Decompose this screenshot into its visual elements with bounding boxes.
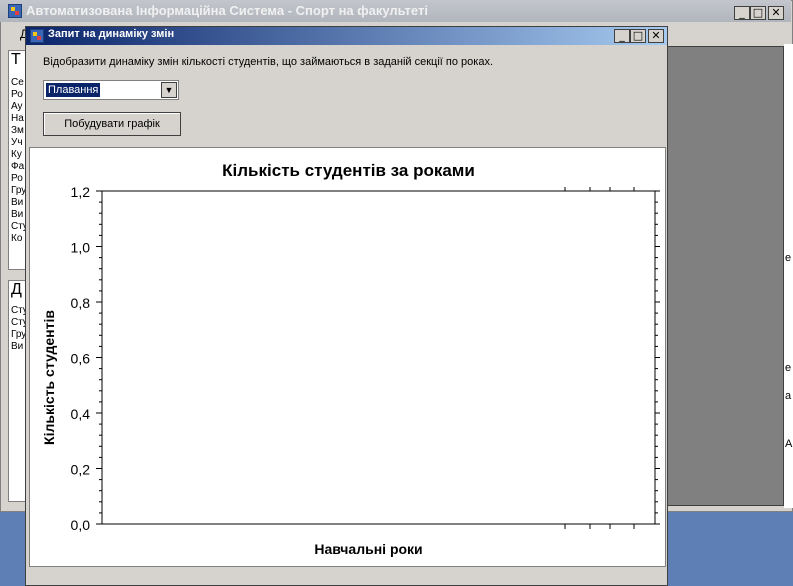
y-tick-label: 0,0	[71, 517, 91, 533]
close-icon[interactable]: ✕	[768, 6, 784, 20]
y-axis-label: Кількість студентів	[41, 310, 57, 445]
list-item[interactable]: Ви	[11, 341, 23, 352]
dialog-caption: Відобразити динаміку змін кількості студ…	[43, 56, 494, 68]
y-tick-label: 0,8	[71, 295, 91, 311]
y-tick-label: 1,0	[71, 240, 91, 256]
dialog-title: Запит на динаміку змін	[48, 28, 175, 40]
list-item[interactable]: Ау	[11, 101, 23, 112]
x-axis-label: Навчальні роки	[314, 541, 422, 557]
chevron-down-icon[interactable]: ▼	[161, 82, 177, 98]
main-window-title: Автоматизована Інформаційна Система - Сп…	[26, 3, 428, 18]
chart: Кількість студентів за роками 0,0 0,2 0,4 0,…	[41, 161, 660, 557]
dialog-close-icon[interactable]: ✕	[648, 29, 664, 43]
background-text-fragment: е	[785, 252, 792, 264]
list-item[interactable]: Ко	[11, 233, 22, 244]
list-item[interactable]: Зм	[11, 125, 24, 136]
app-icon	[8, 4, 22, 18]
build-chart-button[interactable]: Побудувати графік	[43, 112, 181, 136]
dialog-maximize-icon[interactable]: □	[630, 29, 646, 43]
y-tick-label: 1,2	[71, 184, 91, 200]
chart-title: Кількість студентів за роками	[222, 161, 475, 180]
list-item[interactable]: Ро	[11, 173, 23, 184]
background-text-fragment: а	[785, 390, 792, 402]
list-item[interactable]: Уч	[11, 137, 23, 148]
dialog-icon	[30, 29, 44, 43]
background-text-fragment: А	[785, 438, 793, 450]
list-item[interactable]: Ку	[11, 149, 22, 160]
y-tick-label: 0,4	[71, 406, 91, 422]
list-item[interactable]: Ви	[11, 197, 23, 208]
maximize-icon[interactable]: □	[750, 6, 766, 20]
minimize-icon[interactable]: _	[734, 6, 750, 20]
list-item[interactable]: Ви	[11, 209, 23, 220]
list-item[interactable]: На	[11, 113, 24, 124]
section-select-value: Плавання	[46, 83, 101, 97]
plot-area	[101, 190, 656, 525]
y-tick-label: 0,6	[71, 351, 91, 367]
chart-panel: Кількість студентів за роками 0,0 0,2 0,4 0,…	[29, 147, 666, 567]
background-text-fragment: е	[785, 362, 792, 374]
y-tick-label: 0,2	[71, 462, 91, 478]
group-box-letter: Д	[11, 281, 22, 298]
list-item[interactable]: Ро	[11, 89, 23, 100]
list-item[interactable]: Се	[11, 77, 24, 88]
section-select[interactable]: Плавання ▼	[43, 80, 179, 100]
dialog-minimize-icon[interactable]: _	[614, 29, 630, 43]
list-item[interactable]: Фа	[11, 161, 24, 172]
mdi-client-area	[664, 46, 784, 506]
group-box-letter: Т	[11, 51, 21, 68]
